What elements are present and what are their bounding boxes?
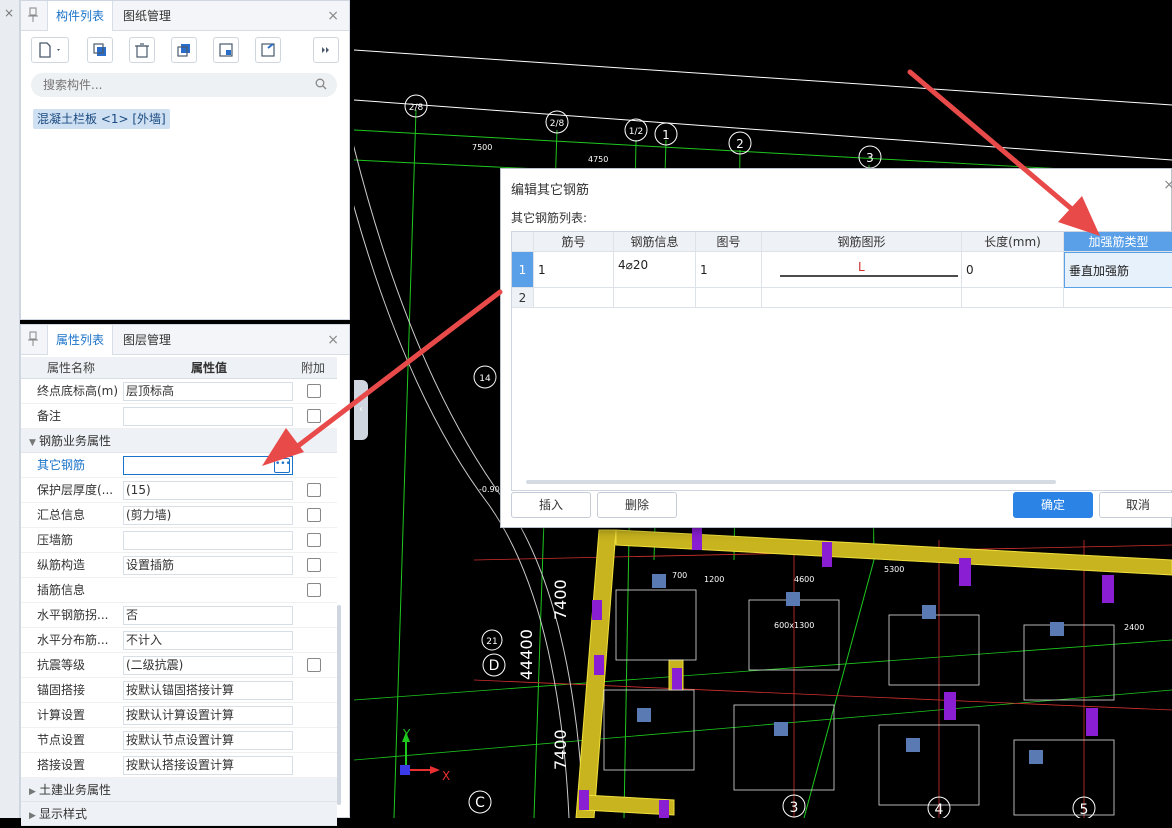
arrow-to-other-rebar [262,289,503,466]
arrow-to-reinforce-type [907,69,1100,236]
annotation-arrows [262,69,1100,466]
